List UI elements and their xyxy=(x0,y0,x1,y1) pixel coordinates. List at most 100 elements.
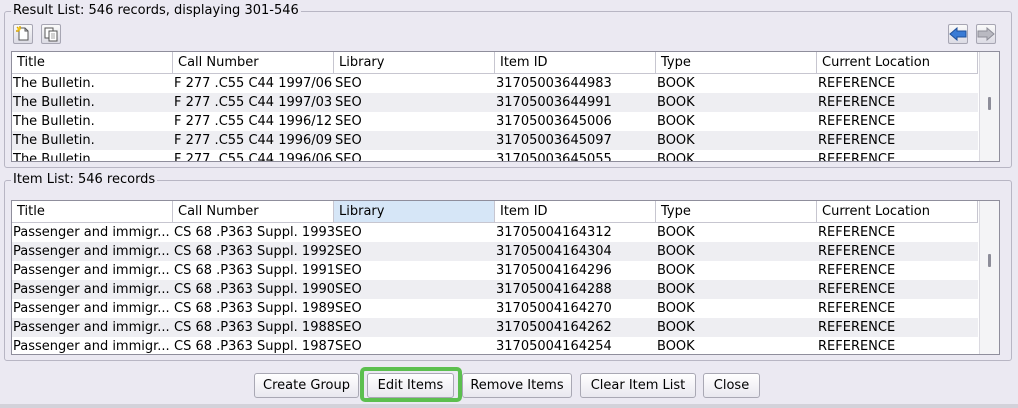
table-cell: BOOK xyxy=(657,320,695,335)
table-cell: Passenger and immigr... xyxy=(13,339,170,354)
table-cell: REFERENCE xyxy=(818,225,896,240)
column-header-item-id[interactable]: Item ID xyxy=(495,52,656,74)
table-cell: BOOK xyxy=(657,95,695,110)
table-cell: BOOK xyxy=(657,133,695,148)
column-header-title[interactable]: Title xyxy=(12,201,173,223)
table-cell: BOOK xyxy=(657,244,695,259)
column-header-current-location[interactable]: Current Location xyxy=(817,201,978,223)
clear-item-list-button[interactable]: Clear Item List xyxy=(580,373,696,398)
result-list-header: Title Call Number Library Item ID Type Curren… xyxy=(12,52,978,74)
table-cell: SEO xyxy=(335,133,362,148)
item-list-scroll-thumb[interactable] xyxy=(988,254,991,267)
table-cell: 31705004164254 xyxy=(496,339,612,354)
table-cell: SEO xyxy=(335,301,362,316)
table-cell: REFERENCE xyxy=(818,301,896,316)
result-list-scroll-thumb[interactable] xyxy=(988,97,991,110)
table-cell: SEO xyxy=(335,320,362,335)
table-row[interactable]: Passenger and immigr... CS 68 .P363 Suppl… xyxy=(12,337,978,354)
status-strip xyxy=(0,404,1018,408)
table-row[interactable]: The Bulletin. F 277 .C55 C44 1997/06 SEO 31… xyxy=(12,74,978,93)
table-row[interactable]: The Bulletin. F 277 .C55 C44 1997/03 SEO 31… xyxy=(12,93,978,112)
table-cell: The Bulletin. xyxy=(13,133,95,148)
column-header-type[interactable]: Type xyxy=(656,201,817,223)
table-cell: SEO xyxy=(335,263,362,278)
table-cell: SEO xyxy=(335,114,362,129)
table-row[interactable]: Passenger and immigr... CS 68 .P363 Suppl… xyxy=(12,242,978,261)
column-header-library[interactable]: Library xyxy=(334,201,495,223)
table-cell: The Bulletin. xyxy=(13,76,95,91)
table-cell: 31705004164270 xyxy=(496,301,612,316)
item-list-table[interactable]: Title Call Number Library Item ID Type Curren… xyxy=(11,200,1000,355)
table-cell: The Bulletin. xyxy=(13,95,95,110)
table-cell: SEO xyxy=(335,339,362,354)
remove-items-button[interactable]: Remove Items xyxy=(462,373,572,398)
table-cell: The Bulletin. xyxy=(13,114,95,129)
arrow-left-icon xyxy=(949,27,967,41)
column-header-library[interactable]: Library xyxy=(334,52,495,74)
item-list-title: Item List: 546 records xyxy=(11,172,158,188)
table-cell: Passenger and immigr... xyxy=(13,225,170,240)
column-header-current-location[interactable]: Current Location xyxy=(817,52,978,74)
table-cell: Passenger and immigr... xyxy=(13,320,170,335)
table-row[interactable]: Passenger and immigr... CS 68 .P363 Suppl… xyxy=(12,261,978,280)
table-cell: SEO xyxy=(335,282,362,297)
table-cell: CS 68 .P363 Suppl. 1990 xyxy=(174,282,334,297)
table-cell: SEO xyxy=(335,76,362,91)
table-cell: CS 68 .P363 Suppl. 1987 xyxy=(174,339,334,354)
column-header-call-number[interactable]: Call Number xyxy=(173,52,334,74)
table-cell: REFERENCE xyxy=(818,76,896,91)
table-cell: F 277 .C55 C44 1996/06 xyxy=(174,152,333,162)
column-header-title[interactable]: Title xyxy=(12,52,173,74)
create-group-button[interactable]: Create Group xyxy=(254,373,359,398)
result-list-scrollbar[interactable] xyxy=(979,52,999,161)
table-cell: 31705003644991 xyxy=(496,95,612,110)
table-cell: REFERENCE xyxy=(818,133,896,148)
previous-page-button[interactable] xyxy=(948,24,968,44)
table-cell: Passenger and immigr... xyxy=(13,263,170,278)
table-cell: 31705003645055 xyxy=(496,152,612,162)
table-row[interactable]: The Bulletin. F 277 .C55 C44 1996/12 SEO 31… xyxy=(12,112,978,131)
item-list-header: Title Call Number Library Item ID Type Curren… xyxy=(12,201,978,223)
table-row[interactable]: The Bulletin. F 277 .C55 C44 1996/09 SEO 31… xyxy=(12,131,978,150)
table-cell: Passenger and immigr... xyxy=(13,282,170,297)
table-cell: BOOK xyxy=(657,339,695,354)
table-row[interactable]: Passenger and immigr... CS 68 .P363 Suppl… xyxy=(12,223,978,242)
table-cell: REFERENCE xyxy=(818,114,896,129)
table-cell: BOOK xyxy=(657,263,695,278)
table-row[interactable]: Passenger and immigr... CS 68 .P363 Suppl… xyxy=(12,280,978,299)
result-list-table[interactable]: Title Call Number Library Item ID Type Curren… xyxy=(11,51,1000,162)
item-list-scrollbar[interactable] xyxy=(979,201,999,354)
table-cell: REFERENCE xyxy=(818,282,896,297)
table-cell: CS 68 .P363 Suppl. 1989 xyxy=(174,301,334,316)
table-cell: REFERENCE xyxy=(818,95,896,110)
new-document-button[interactable] xyxy=(13,24,33,44)
table-cell: BOOK xyxy=(657,76,695,91)
table-cell: CS 68 .P363 Suppl. 1992 xyxy=(174,244,334,259)
table-cell: REFERENCE xyxy=(818,152,896,162)
next-page-button[interactable] xyxy=(976,24,996,44)
column-header-call-number[interactable]: Call Number xyxy=(173,201,334,223)
table-row[interactable]: The Bulletin. F 277 .C55 C44 1996/06 SEO 31… xyxy=(12,150,978,162)
table-cell: 31705004164304 xyxy=(496,244,612,259)
column-header-item-id[interactable]: Item ID xyxy=(495,201,656,223)
table-cell: 31705004164288 xyxy=(496,282,612,297)
copy-document-button[interactable] xyxy=(41,24,61,44)
table-cell: 31705004164312 xyxy=(496,225,612,240)
table-cell: 31705003644983 xyxy=(496,76,612,91)
result-list-title: Result List: 546 records, displaying 301… xyxy=(11,3,301,19)
table-cell: 31705003645097 xyxy=(496,133,612,148)
table-cell: SEO xyxy=(335,152,362,162)
table-cell: BOOK xyxy=(657,225,695,240)
table-cell: CS 68 .P363 Suppl. 1993 xyxy=(174,225,334,240)
column-header-type[interactable]: Type xyxy=(656,52,817,74)
close-button[interactable]: Close xyxy=(703,373,760,398)
table-row[interactable]: Passenger and immigr... CS 68 .P363 Suppl… xyxy=(12,318,978,337)
table-cell: REFERENCE xyxy=(818,263,896,278)
table-cell: SEO xyxy=(335,95,362,110)
copy-document-icon xyxy=(44,27,58,42)
edit-items-button[interactable]: Edit Items xyxy=(367,373,454,398)
table-cell: CS 68 .P363 Suppl. 1991 xyxy=(174,263,334,278)
table-cell: BOOK xyxy=(657,114,695,129)
table-cell: Passenger and immigr... xyxy=(13,244,170,259)
table-row[interactable]: Passenger and immigr... CS 68 .P363 Suppl… xyxy=(12,299,978,318)
